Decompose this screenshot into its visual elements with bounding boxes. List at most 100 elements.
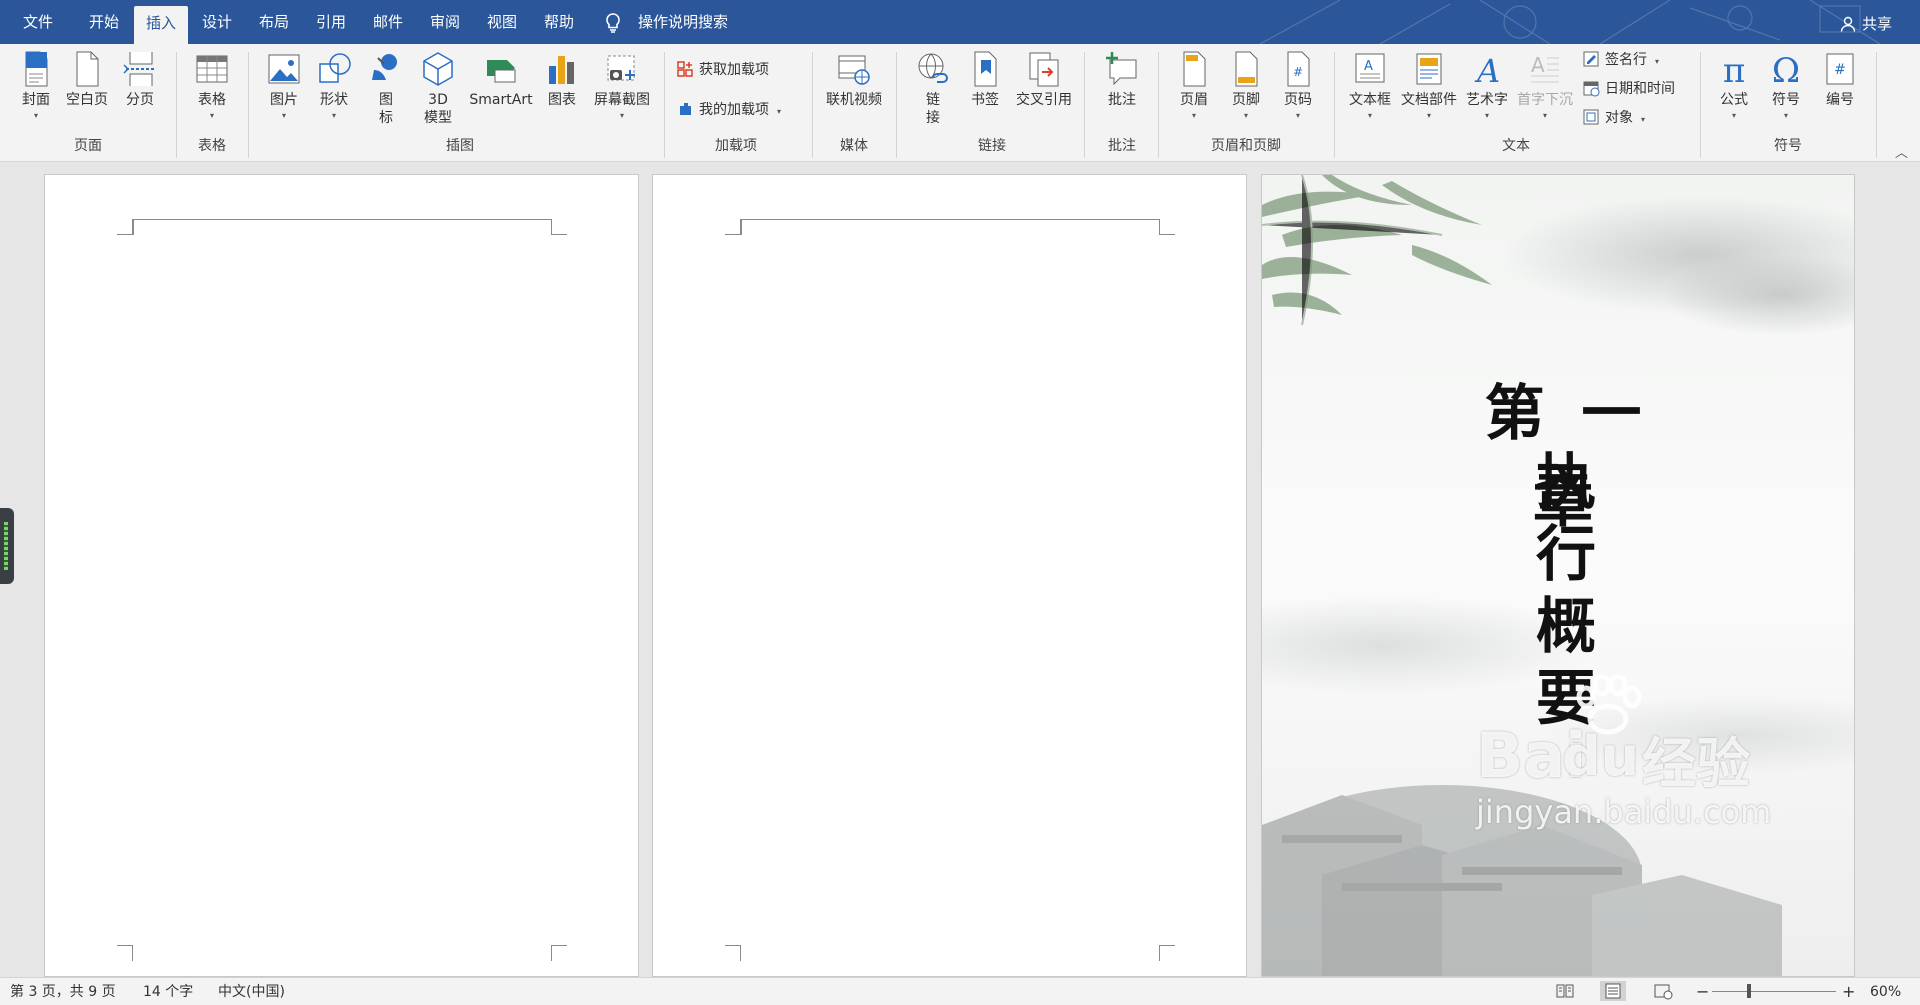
- video-icon: [838, 55, 870, 85]
- picture-button[interactable]: 图片 ▾: [262, 50, 306, 136]
- blank-page-icon: [76, 51, 99, 87]
- chevron-down-icon: ▾: [1191, 111, 1196, 120]
- table-icon: [196, 55, 228, 83]
- shapes-button[interactable]: 形状 ▾: [312, 50, 356, 136]
- page-2[interactable]: [652, 174, 1247, 977]
- zoom-in-button[interactable]: +: [1842, 978, 1855, 1005]
- tab-design[interactable]: 设计: [190, 0, 244, 44]
- 3d-models-button[interactable]: 3D 模型: [416, 50, 460, 136]
- shapes-icon: [319, 53, 351, 83]
- link-label-1: 链: [926, 92, 940, 108]
- date-time-label: 日期和时间: [1605, 81, 1675, 97]
- zoom-slider-thumb[interactable]: [1747, 984, 1751, 998]
- group-divider: [1084, 52, 1085, 158]
- chevron-down-icon: ▾: [1426, 111, 1431, 120]
- svg-text:#: #: [1293, 65, 1303, 79]
- online-video-label: 联机视频: [826, 92, 882, 108]
- header-button[interactable]: 页眉 ▾: [1172, 50, 1216, 136]
- page-break-button[interactable]: 分页: [118, 50, 162, 136]
- corner-mark: [725, 219, 741, 235]
- tell-me-search[interactable]: 操作说明搜索: [604, 0, 728, 44]
- tab-help[interactable]: 帮助: [532, 0, 586, 44]
- grip-icon: [4, 522, 8, 570]
- tab-home[interactable]: 开始: [76, 0, 132, 44]
- zoom-slider-track[interactable]: [1712, 991, 1836, 992]
- zoom-out-button[interactable]: −: [1696, 978, 1709, 1005]
- group-addins-label: 加载项: [715, 138, 757, 154]
- footer-icon: [1235, 51, 1258, 87]
- page-count[interactable]: 第 3 页，共 9 页: [10, 978, 116, 1005]
- get-addins-button[interactable]: 获取加载项: [676, 58, 769, 82]
- cover-page-button[interactable]: 封面 ▾: [14, 50, 58, 136]
- equation-button[interactable]: π 公式 ▾: [1712, 50, 1756, 136]
- side-panel-handle[interactable]: [0, 508, 14, 584]
- tab-review[interactable]: 审阅: [418, 0, 472, 44]
- share-button[interactable]: 共享: [1840, 0, 1892, 44]
- screenshot-button[interactable]: 屏幕截图 ▾: [588, 50, 656, 136]
- subtitle-char: 执: [1536, 448, 1596, 518]
- svg-text:#: #: [1834, 62, 1846, 78]
- quick-parts-label: 文档部件: [1401, 92, 1457, 108]
- quick-parts-button[interactable]: 文档部件 ▾: [1398, 50, 1460, 136]
- print-layout-icon[interactable]: [1600, 981, 1626, 1001]
- collapse-ribbon-icon[interactable]: ︿: [1895, 142, 1908, 161]
- screenshot-icon: [607, 55, 635, 81]
- language-indicator[interactable]: 中文(中国): [218, 978, 285, 1005]
- online-video-button[interactable]: 联机视频: [822, 50, 886, 136]
- wordart-button[interactable]: A 艺术字 ▾: [1462, 50, 1512, 136]
- group-divider: [1158, 52, 1159, 158]
- cover-page-label: 封面: [22, 92, 50, 108]
- tab-view[interactable]: 视图: [475, 0, 529, 44]
- web-layout-icon[interactable]: [1652, 981, 1674, 1001]
- title-decoration: [1259, 0, 1881, 44]
- chevron-down-icon: ▾: [1783, 111, 1788, 120]
- new-comment-button[interactable]: 批注: [1098, 50, 1146, 136]
- chevron-down-icon: ▾: [33, 111, 38, 120]
- page-number-button[interactable]: # 页码 ▾: [1276, 50, 1320, 136]
- corner-mark: [725, 945, 741, 961]
- tab-file[interactable]: 文件: [10, 0, 66, 44]
- page-1[interactable]: [44, 174, 639, 977]
- word-count[interactable]: 14 个字: [143, 978, 193, 1005]
- smartart-button[interactable]: SmartArt: [466, 50, 536, 136]
- page-3-chapter-cover[interactable]: 第 一 章 执 行 概 要 Bai du 经验 jingyan.baidu.co…: [1261, 174, 1855, 977]
- footer-button[interactable]: 页脚 ▾: [1224, 50, 1268, 136]
- blank-page-button[interactable]: 空白页: [62, 50, 112, 136]
- read-mode-icon[interactable]: [1554, 981, 1576, 1001]
- date-time-button[interactable]: 日期和时间: [1582, 77, 1675, 101]
- chevron-down-icon: ▾: [1243, 111, 1248, 120]
- tab-layout[interactable]: 布局: [247, 0, 301, 44]
- table-button[interactable]: 表格 ▾: [190, 50, 234, 136]
- link-button[interactable]: 链 接: [912, 50, 954, 136]
- blank-page-label: 空白页: [66, 92, 108, 108]
- document-canvas[interactable]: 第 一 章 执 行 概 要 Bai du 经验 jingyan.baidu.co…: [0, 162, 1920, 977]
- tab-insert[interactable]: 插入: [134, 6, 188, 44]
- symbol-button[interactable]: Ω 符号 ▾: [1764, 50, 1808, 136]
- 3d-models-label-1: 3D: [428, 92, 448, 108]
- object-button[interactable]: 对象 ▾: [1582, 106, 1645, 130]
- page-break-icon: [123, 52, 154, 86]
- group-divider: [664, 52, 665, 158]
- drop-cap-button[interactable]: A 首字下沉 ▾: [1514, 50, 1576, 136]
- bookmark-button[interactable]: 书签: [964, 50, 1006, 136]
- signature-line-button[interactable]: 签名行 ▾: [1582, 48, 1659, 72]
- group-pages-label: 页面: [74, 138, 102, 154]
- tab-references[interactable]: 引用: [304, 0, 358, 44]
- chevron-down-icon: ▾: [331, 111, 336, 120]
- chart-label: 图表: [548, 92, 576, 108]
- smartart-label: SmartArt: [469, 92, 533, 108]
- text-box-button[interactable]: A 文本框 ▾: [1344, 50, 1396, 136]
- tab-mailings[interactable]: 邮件: [361, 0, 415, 44]
- chevron-down-icon: ▾: [1367, 111, 1372, 120]
- smartart-icon: [487, 60, 516, 83]
- chart-button[interactable]: 图表: [540, 50, 584, 136]
- zoom-level[interactable]: 60%: [1870, 978, 1901, 1005]
- my-addins-label: 我的加载项: [699, 102, 769, 118]
- cross-reference-button[interactable]: 交叉引用: [1012, 50, 1076, 136]
- chevron-down-icon: ▾: [1731, 111, 1736, 120]
- bookmark-icon: [974, 51, 997, 87]
- icons-button[interactable]: 图 标: [366, 50, 406, 136]
- number-button[interactable]: # 编号: [1818, 50, 1862, 136]
- group-divider: [1334, 52, 1335, 158]
- my-addins-button[interactable]: 我的加载项 ▾: [676, 98, 781, 122]
